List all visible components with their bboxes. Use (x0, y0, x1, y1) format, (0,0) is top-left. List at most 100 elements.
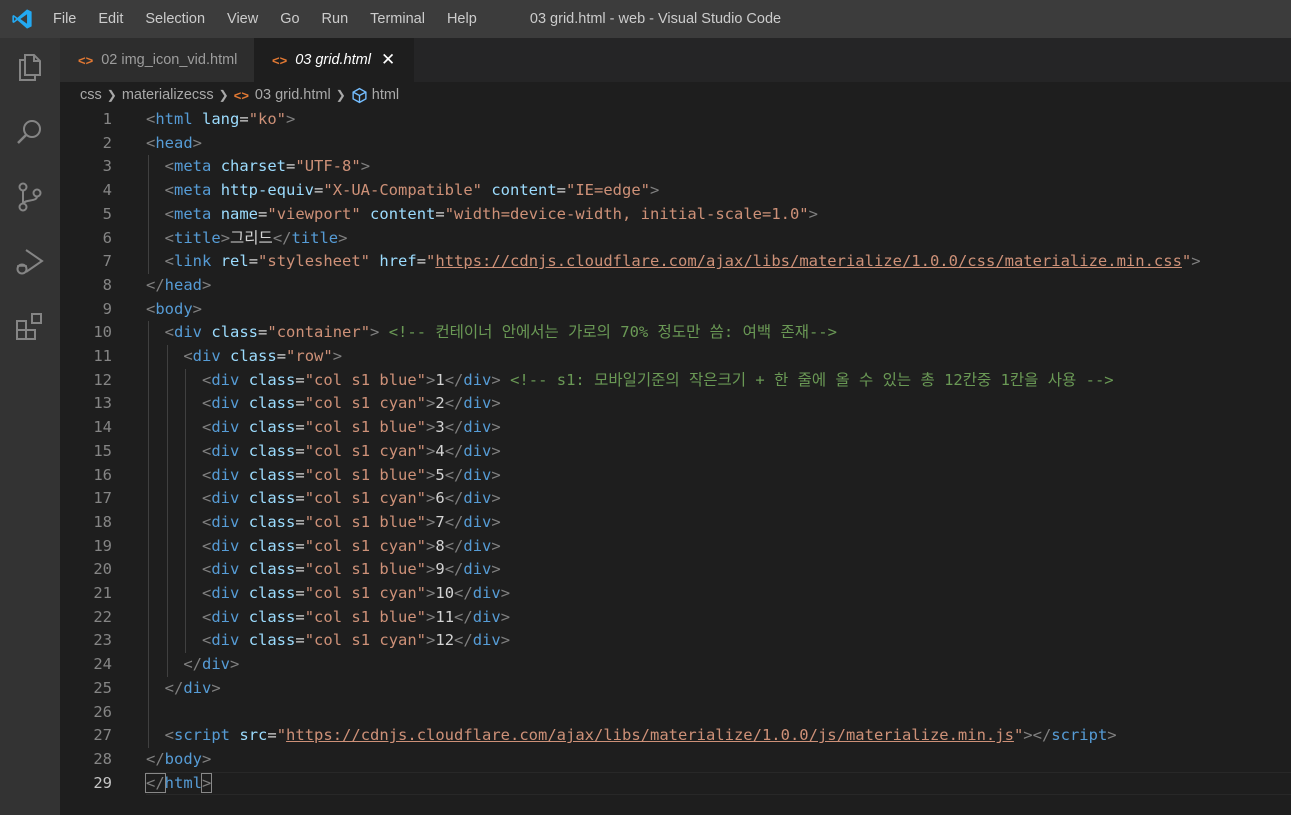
attribute-value: "col s1 blue" (304, 370, 427, 389)
tag-name: div (192, 347, 221, 365)
code-line[interactable]: 13 <div class="col s1 cyan">2</div> (60, 392, 1291, 416)
tag-name: meta (174, 157, 212, 176)
tag-punctuation: < (202, 631, 212, 650)
code-line[interactable]: 20 <div class="col s1 blue">9</div> (60, 558, 1291, 582)
tag-punctuation: </ (145, 772, 166, 793)
code-line[interactable]: 16 <div class="col s1 blue">5</div> (60, 464, 1291, 488)
code-line[interactable]: 10 <div class="container"> <!-- 컨테이너 안에서… (60, 321, 1291, 345)
code-line[interactable]: 24 </div> (60, 653, 1291, 677)
plain-text: = (295, 465, 305, 484)
search-icon[interactable] (13, 115, 47, 149)
line-code: </div> (146, 653, 239, 677)
plain-text: = (314, 181, 324, 200)
code-line[interactable]: 12 <div class="col s1 blue">1</div> <!--… (60, 369, 1291, 393)
line-number: 19 (93, 536, 112, 555)
attribute-name: class (248, 418, 296, 437)
code-line[interactable]: 1 <html lang="ko"> (60, 108, 1291, 132)
tag-name: div (211, 631, 240, 650)
breadcrumb-item-html[interactable]: html (372, 87, 399, 103)
tab-grid[interactable]: <> 03 grid.html ✕ (254, 38, 414, 82)
plain-text: = (416, 252, 427, 271)
code-line[interactable]: 5 <meta name="viewport" content="width=d… (60, 203, 1291, 227)
plain-text: = (295, 512, 305, 531)
code-line[interactable]: 21 <div class="col s1 cyan">10</div> (60, 582, 1291, 606)
tag-punctuation: </ (444, 512, 464, 531)
attribute-value: "col s1 blue" (304, 465, 427, 484)
code-line[interactable]: 22 <div class="col s1 blue">11</div> (60, 606, 1291, 630)
line-number: 23 (93, 631, 112, 650)
code-line[interactable]: 26 (60, 701, 1291, 725)
url-link[interactable]: https://cdnjs.cloudflare.com/ajax/libs/m… (435, 252, 1182, 270)
code-line[interactable]: 2 <head> (60, 132, 1291, 156)
line-code: <div class="col s1 blue">3</div> (146, 416, 501, 440)
plain-text (482, 181, 491, 199)
tag-name: script (1051, 726, 1108, 745)
line-code: <div class="col s1 blue">5</div> (146, 464, 501, 488)
code-line[interactable]: 27 <script src="https://cdnjs.cloudflare… (60, 724, 1291, 748)
html-file-icon: <> (272, 52, 288, 68)
tag-punctuation: </ (146, 749, 165, 768)
code-line[interactable]: 11 <div class="row"> (60, 345, 1291, 369)
plain-text: = (258, 323, 268, 342)
code-line[interactable]: 19 <div class="col s1 cyan">8</div> (60, 535, 1291, 559)
code-line[interactable]: 25 </div> (60, 677, 1291, 701)
code-line[interactable]: 28 </body> (60, 748, 1291, 772)
tag-punctuation: < (202, 465, 212, 484)
line-code: <div class="container"> <!-- 컨테이너 안에서는 가… (146, 321, 837, 345)
code-line[interactable]: 18 <div class="col s1 blue">7</div> (60, 511, 1291, 535)
plain-text: 7 (435, 512, 445, 531)
breadcrumb-item-css[interactable]: css (80, 87, 102, 103)
plain-text (193, 110, 202, 128)
line-code: <div class="row"> (146, 345, 342, 369)
code-line[interactable]: 7 <link rel="stylesheet" href="https://c… (60, 250, 1291, 274)
code-line[interactable]: 3 <meta charset="UTF-8"> (60, 155, 1291, 179)
code-line[interactable]: 23 <div class="col s1 cyan">12</div> (60, 629, 1291, 653)
tag-punctuation: < (164, 204, 175, 223)
attribute-name: class (248, 512, 296, 531)
close-icon[interactable]: ✕ (381, 50, 395, 70)
plain-text: = (295, 631, 305, 650)
code-editor[interactable]: 1 <html lang="ko"> 2 <head> 3 <meta charset=… (60, 108, 1291, 815)
plain-text: 8 (435, 536, 445, 555)
tag-name: div (472, 631, 501, 650)
tag-punctuation: > (338, 228, 348, 247)
code-line[interactable]: 17 <div class="col s1 cyan">6</div> (60, 487, 1291, 511)
plain-text (221, 347, 230, 365)
code-line[interactable]: 29 </html> (60, 771, 1291, 796)
plain-text: 9 (435, 560, 445, 579)
code-line[interactable]: 4 <meta http-equiv="X-UA-Compatible" con… (60, 179, 1291, 203)
explorer-icon[interactable] (13, 50, 47, 84)
plain-text: 10 (435, 584, 455, 602)
tag-punctuation: > (426, 465, 436, 484)
indent-guide (185, 368, 187, 654)
tab-img-icon-vid[interactable]: <> 02 img_icon_vid.html (60, 38, 254, 82)
code-line[interactable]: 9 <body> (60, 298, 1291, 322)
code-line[interactable]: 14 <div class="col s1 blue">3</div> (60, 416, 1291, 440)
url-link[interactable]: https://cdnjs.cloudflare.com/ajax/libs/m… (286, 726, 1014, 744)
line-number: 27 (93, 726, 112, 745)
tag-name: div (472, 607, 501, 626)
attribute-value: "row" (286, 347, 333, 365)
breadcrumb-item-file[interactable]: 03 grid.html (255, 87, 331, 103)
tag-punctuation: > (491, 441, 501, 460)
attribute-value: "stylesheet" (258, 252, 371, 271)
extensions-icon[interactable] (13, 310, 47, 344)
tag-punctuation: > (332, 347, 343, 365)
tag-punctuation: </ (454, 607, 473, 626)
line-code: <div class="col s1 blue">11</div> (146, 606, 510, 630)
tag-name: div (463, 418, 492, 437)
code-line[interactable]: 8 </head> (60, 274, 1291, 298)
code-line[interactable]: 15 <div class="col s1 cyan">4</div> (60, 440, 1291, 464)
line-number: 12 (93, 370, 112, 389)
attribute-value: " (1013, 726, 1024, 745)
line-number: 26 (93, 702, 112, 721)
source-control-icon[interactable] (13, 180, 47, 214)
code-line[interactable]: 6 <title>그리드</title> (60, 227, 1291, 251)
plain-text: = (295, 370, 305, 389)
line-code: </html> (145, 772, 213, 796)
attribute-name: class (211, 323, 259, 342)
attribute-value: "UTF-8" (295, 157, 361, 176)
line-code: <html lang="ko"> (146, 108, 295, 132)
run-debug-icon[interactable] (13, 245, 47, 279)
breadcrumb-item-materializecss[interactable]: materializecss (122, 87, 214, 103)
